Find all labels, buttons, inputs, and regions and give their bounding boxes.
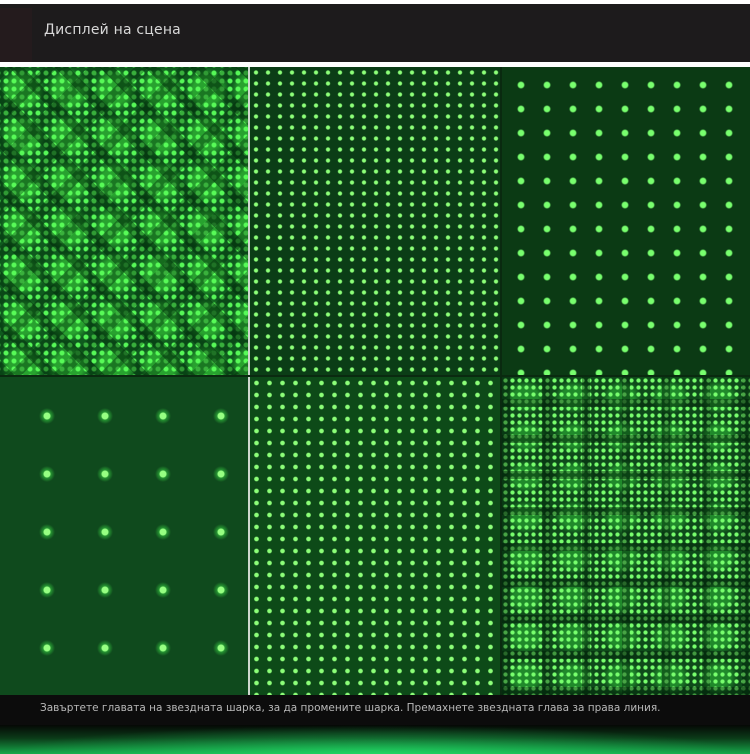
panel-divider xyxy=(0,375,750,377)
panel-divider xyxy=(500,67,502,695)
laser-pattern-gallery xyxy=(0,67,750,695)
laser-glow-strip xyxy=(0,725,750,754)
section-header: Дисплей на сцена xyxy=(0,0,750,62)
pattern-panel-dense-dots xyxy=(250,67,500,375)
pattern-panel-dense-dots-2 xyxy=(250,377,500,695)
header-accent-block xyxy=(0,8,32,62)
product-detail-page: Дисплей на сцена Завъртете главата на зв… xyxy=(0,0,750,754)
pattern-panel-large-dot-grid xyxy=(0,377,248,695)
panel-divider xyxy=(248,67,250,695)
caption-bar: Завъртете главата на звездната шарка, за… xyxy=(0,695,750,725)
section-title: Дисплей на сцена xyxy=(44,22,181,38)
pattern-panel-sparse-dots xyxy=(502,67,750,375)
caption-text: Завъртете главата на звездната шарка, за… xyxy=(40,702,661,714)
pattern-panel-diamond-lattice xyxy=(0,67,248,375)
pattern-panel-clustered-blocks xyxy=(502,377,750,695)
